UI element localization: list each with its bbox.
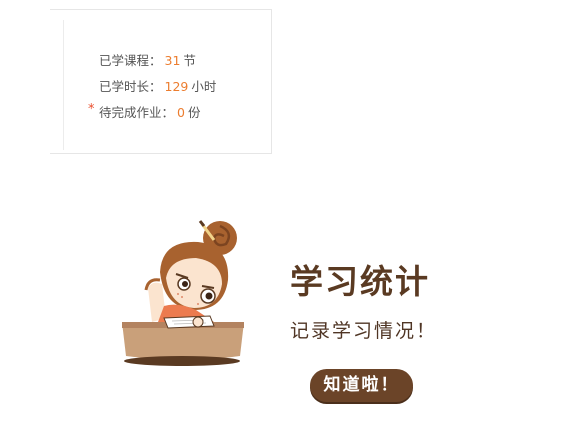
required-asterisk: *	[88, 102, 95, 117]
card-divider	[63, 20, 64, 150]
acknowledge-button[interactable]: 知道啦！	[310, 369, 413, 402]
stat-row-courses: 已学课程： 31 节	[99, 50, 196, 69]
stat-unit-courses: 节	[183, 53, 196, 68]
stat-label-homework: 待完成作业：	[99, 105, 175, 120]
girl-studying-illustration	[122, 220, 244, 366]
stat-value-homework: 0	[177, 105, 185, 120]
stat-unit-homework: 份	[187, 105, 201, 120]
promo-subtitle: 记录学习情况！	[290, 320, 438, 342]
stat-value-courses: 31	[164, 53, 181, 68]
stat-row-hours: 已学时长： 129 小时	[99, 76, 216, 95]
stat-label-hours: 已学时长：	[99, 79, 162, 94]
stat-unit-hours: 小时	[191, 79, 217, 94]
stat-row-homework: * 待完成作业： 0 份	[88, 102, 201, 121]
study-stats-card: 已学课程： 31 节 已学时长： 129 小时 * 待完成作业： 0 份	[50, 9, 272, 154]
promo-title: 学习统计	[290, 262, 430, 301]
stat-value-hours: 129	[164, 79, 189, 94]
stat-label-courses: 已学课程：	[99, 53, 162, 68]
